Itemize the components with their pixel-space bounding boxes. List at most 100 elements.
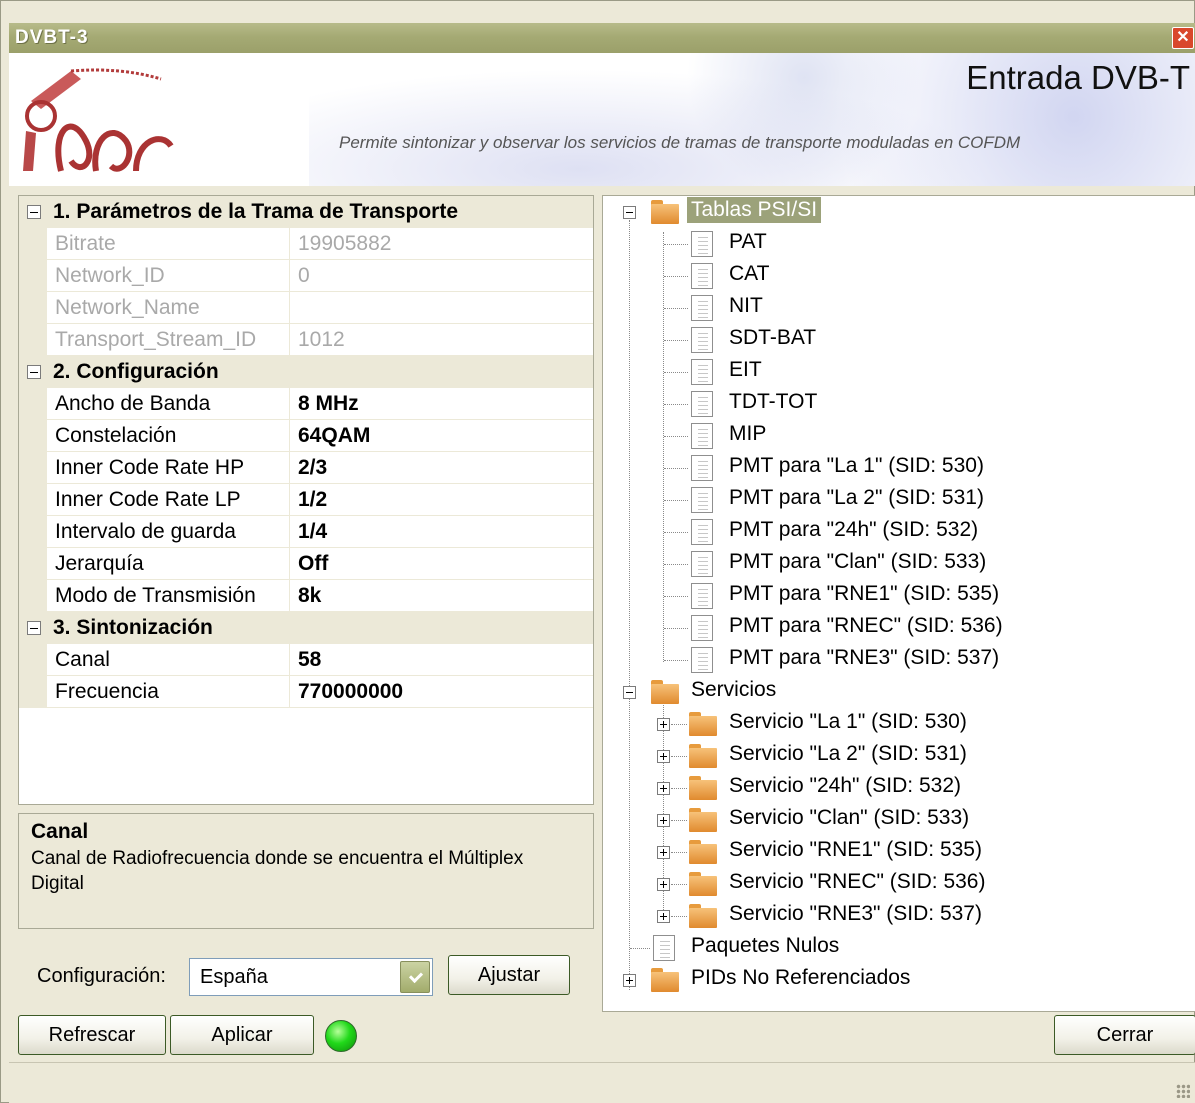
tree-node-label[interactable]: Servicio "Clan" (SID: 533)	[725, 805, 973, 831]
property-row-bitrate[interactable]: Bitrate 19905882	[19, 228, 593, 260]
property-value[interactable]: 1/2	[289, 484, 593, 516]
document-icon	[691, 231, 713, 257]
tree-node-label[interactable]: EIT	[725, 357, 766, 383]
document-icon	[691, 295, 713, 321]
tree-node-label[interactable]: Servicio "RNEC" (SID: 536)	[725, 869, 989, 895]
expand-icon[interactable]	[657, 878, 670, 891]
configuration-label: Configuración:	[37, 965, 166, 987]
chevron-down-icon[interactable]	[400, 961, 430, 993]
property-row-network-id[interactable]: Network_ID 0	[19, 260, 593, 292]
tree-node-label[interactable]: Servicio "24h" (SID: 532)	[725, 773, 965, 799]
property-row-network-name[interactable]: Network_Name	[19, 292, 593, 324]
property-name: Frecuencia	[47, 676, 289, 708]
configuration-selected-value: España	[200, 966, 268, 988]
tree-node-label[interactable]: PMT para "RNEC" (SID: 536)	[725, 613, 1007, 639]
category-transport-params[interactable]: 1. Parámetros de la Trama de Transporte	[19, 196, 593, 228]
tree-node-label[interactable]: SDT-BAT	[725, 325, 820, 351]
refresh-button[interactable]: Refrescar	[18, 1015, 166, 1055]
tree-node-label[interactable]: Servicios	[687, 677, 780, 703]
close-window-button[interactable]: ✕	[1172, 27, 1194, 49]
collapse-icon[interactable]	[27, 365, 41, 379]
collapse-icon[interactable]	[623, 206, 636, 219]
adjust-button[interactable]: Ajustar	[448, 955, 570, 995]
property-value[interactable]: 8k	[289, 580, 593, 612]
folder-icon	[689, 744, 717, 768]
tree-node-label[interactable]: TDT-TOT	[725, 389, 821, 415]
configuration-select[interactable]: España	[189, 958, 433, 996]
tree-node-label[interactable]: Servicio "RNE1" (SID: 535)	[725, 837, 986, 863]
tree-node-label[interactable]: MIP	[725, 421, 770, 447]
collapse-icon[interactable]	[623, 686, 636, 699]
tree-node-label[interactable]: Servicio "RNE3" (SID: 537)	[725, 901, 986, 927]
tree-node-label[interactable]: Servicio "La 1" (SID: 530)	[725, 709, 971, 735]
property-row-code-rate-hp[interactable]: Inner Code Rate HP 2/3	[19, 452, 593, 484]
property-row-code-rate-lp[interactable]: Inner Code Rate LP 1/2	[19, 484, 593, 516]
collapse-icon[interactable]	[27, 205, 41, 219]
tree-node-label[interactable]: PMT para "La 2" (SID: 531)	[725, 485, 988, 511]
property-value[interactable]: 770000000	[289, 676, 593, 708]
tree-node-label[interactable]: Tablas PSI/SI	[687, 197, 822, 223]
tree-node-label[interactable]: NIT	[725, 293, 767, 319]
expand-icon[interactable]	[657, 750, 670, 763]
category-configuration[interactable]: 2. Configuración	[19, 356, 593, 388]
property-row-channel[interactable]: Canal 58	[19, 644, 593, 676]
close-button[interactable]: Cerrar	[1054, 1015, 1195, 1055]
folder-icon	[689, 872, 717, 896]
property-name: Network_ID	[47, 260, 289, 292]
property-row-constellation[interactable]: Constelación 64QAM	[19, 420, 593, 452]
property-value[interactable]: 1/4	[289, 516, 593, 548]
folder-icon	[651, 200, 679, 224]
property-row-frequency[interactable]: Frecuencia 770000000	[19, 676, 593, 708]
folder-icon	[689, 776, 717, 800]
folder-icon	[689, 712, 717, 736]
property-value[interactable]: Off	[289, 548, 593, 580]
window-title: DVBT-3	[15, 27, 89, 48]
property-name: Jerarquía	[47, 548, 289, 580]
tree-node-label[interactable]: PMT para "24h" (SID: 532)	[725, 517, 982, 543]
document-icon	[691, 615, 713, 641]
collapse-icon[interactable]	[27, 621, 41, 635]
expand-icon[interactable]	[657, 718, 670, 731]
folder-icon	[689, 904, 717, 928]
expand-icon[interactable]	[623, 974, 636, 987]
tree-node-label[interactable]: PMT para "RNE1" (SID: 535)	[725, 581, 1003, 607]
property-value: 1012	[289, 324, 593, 356]
property-name: Inner Code Rate HP	[47, 452, 289, 484]
expand-icon[interactable]	[657, 782, 670, 795]
expand-icon[interactable]	[657, 846, 670, 859]
tree-node-label[interactable]: Paquetes Nulos	[687, 933, 843, 959]
property-value[interactable]: 8 MHz	[289, 388, 593, 420]
tree-node-label[interactable]: CAT	[725, 261, 773, 287]
header-banner: Entrada DVB-T Permite sintonizar y obser…	[9, 53, 1195, 186]
expand-icon[interactable]	[657, 910, 670, 923]
dvbt-window: DVBT-3 ✕ Entrada DVB-T Permite sintoniza…	[0, 0, 1195, 1103]
tables-tree[interactable]: Tablas PSI/SI PAT CAT NIT SDT-BAT EIT TD…	[602, 195, 1195, 1012]
property-row-bandwidth[interactable]: Ancho de Banda 8 MHz	[19, 388, 593, 420]
property-row-transport-stream-id[interactable]: Transport_Stream_ID 1012	[19, 324, 593, 356]
apply-button[interactable]: Aplicar	[170, 1015, 314, 1055]
property-value[interactable]: 2/3	[289, 452, 593, 484]
category-label: 2. Configuración	[53, 360, 219, 383]
property-name: Intervalo de guarda	[47, 516, 289, 548]
category-tuning[interactable]: 3. Sintonización	[19, 612, 593, 644]
tree-node-tables[interactable]: Tablas PSI/SI	[603, 196, 1195, 228]
resize-grip-icon[interactable]	[1176, 1084, 1190, 1098]
tree-node-label[interactable]: PMT para "RNE3" (SID: 537)	[725, 645, 1003, 671]
property-row-guard-interval[interactable]: Intervalo de guarda 1/4	[19, 516, 593, 548]
tree-node-label[interactable]: PMT para "La 1" (SID: 530)	[725, 453, 988, 479]
expand-icon[interactable]	[657, 814, 670, 827]
property-name: Canal	[47, 644, 289, 676]
description-text: Canal de Radiofrecuencia donde se encuen…	[31, 848, 524, 894]
tree-node-label[interactable]: PMT para "Clan" (SID: 533)	[725, 549, 990, 575]
property-name: Modo de Transmisión	[47, 580, 289, 612]
title-bar[interactable]: DVBT-3 ✕	[9, 23, 1195, 53]
property-grid[interactable]: 1. Parámetros de la Trama de Transporte …	[18, 195, 594, 805]
tree-node-label[interactable]: PAT	[725, 229, 771, 255]
tree-node-label[interactable]: PIDs No Referenciados	[687, 965, 914, 991]
property-row-transmission-mode[interactable]: Modo de Transmisión 8k	[19, 580, 593, 612]
status-led-icon	[325, 1020, 357, 1052]
property-value[interactable]: 58	[289, 644, 593, 676]
property-value[interactable]: 64QAM	[289, 420, 593, 452]
tree-node-label[interactable]: Servicio "La 2" (SID: 531)	[725, 741, 971, 767]
property-row-hierarchy[interactable]: Jerarquía Off	[19, 548, 593, 580]
